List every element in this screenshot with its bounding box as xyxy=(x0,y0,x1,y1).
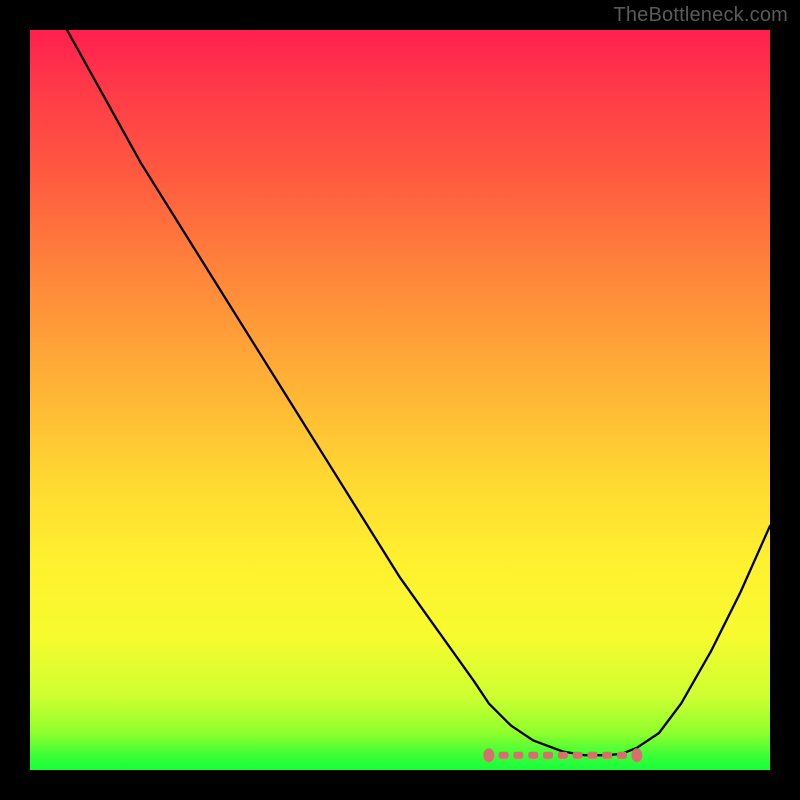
bottleneck-curve xyxy=(67,30,770,755)
optimal-dash xyxy=(617,752,627,759)
watermark-text: TheBottleneck.com xyxy=(613,4,788,27)
chart-frame: TheBottleneck.com xyxy=(0,0,800,800)
optimal-dash xyxy=(513,752,523,759)
optimal-end-dot xyxy=(483,748,494,762)
optimal-dash xyxy=(499,752,509,759)
optimal-dash xyxy=(558,752,568,759)
curve-svg xyxy=(30,30,770,770)
optimal-end-dot xyxy=(631,748,642,762)
optimal-dash xyxy=(573,752,583,759)
optimal-dash xyxy=(602,752,612,759)
optimal-dash xyxy=(543,752,553,759)
optimal-dash xyxy=(587,752,597,759)
optimal-dash xyxy=(528,752,538,759)
plot-area xyxy=(30,30,770,770)
